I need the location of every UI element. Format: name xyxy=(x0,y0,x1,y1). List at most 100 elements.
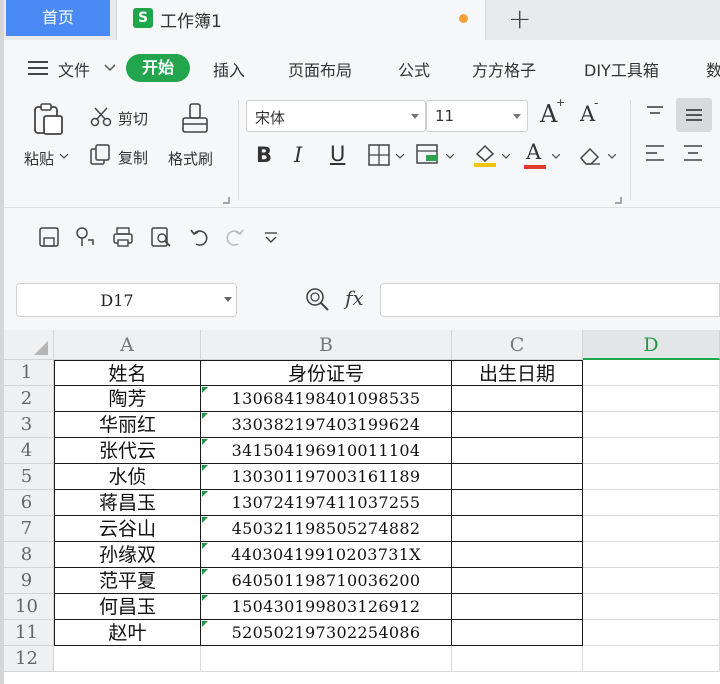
chevron-down-icon[interactable] xyxy=(502,154,510,160)
print-preview-icon[interactable] xyxy=(150,226,172,248)
cell-c4[interactable] xyxy=(452,438,583,464)
align-middle-button[interactable] xyxy=(676,98,712,132)
cell-style-icon[interactable] xyxy=(416,144,440,166)
cell-a12[interactable] xyxy=(54,646,201,672)
row-header-6[interactable]: 6 xyxy=(0,490,54,516)
column-header-b[interactable]: B xyxy=(201,330,452,360)
row-header-7[interactable]: 7 xyxy=(0,516,54,542)
cell-a6[interactable]: 蒋昌玉 xyxy=(54,490,201,516)
cell-d7[interactable] xyxy=(583,516,720,542)
chevron-down-icon[interactable] xyxy=(446,154,454,160)
cell-c8[interactable] xyxy=(452,542,583,568)
column-header-a[interactable]: A xyxy=(54,330,201,360)
cell-a7[interactable]: 云谷山 xyxy=(54,516,201,542)
cell-c6[interactable] xyxy=(452,490,583,516)
tab-home[interactable]: 首页 xyxy=(6,0,110,36)
font-name-select[interactable]: 宋体 xyxy=(246,100,426,132)
cell-b2[interactable]: 130684198401098535 xyxy=(201,386,452,412)
bold-button[interactable]: B xyxy=(256,143,272,167)
chevron-down-icon[interactable] xyxy=(396,154,404,160)
cell-d3[interactable] xyxy=(583,412,720,438)
font-size-select[interactable]: 11 xyxy=(426,100,528,132)
name-box[interactable]: D17 xyxy=(16,283,237,317)
cell-a2[interactable]: 陶芳 xyxy=(54,386,201,412)
cell-d2[interactable] xyxy=(583,386,720,412)
chevron-down-icon[interactable] xyxy=(60,154,68,160)
menu-insert[interactable]: 插入 xyxy=(213,57,245,81)
align-left-icon[interactable] xyxy=(644,142,666,164)
new-tab-button[interactable]: + xyxy=(508,2,531,35)
cell-c10[interactable] xyxy=(452,594,583,620)
cell-a1[interactable]: 姓名 xyxy=(54,360,201,386)
cell-d8[interactable] xyxy=(583,542,720,568)
fill-color-icon[interactable] xyxy=(472,142,498,168)
cell-b3[interactable]: 330382197403199624 xyxy=(201,412,452,438)
cell-a11[interactable]: 赵叶 xyxy=(54,620,201,646)
cell-a5[interactable]: 水侦 xyxy=(54,464,201,490)
grow-font-icon[interactable]: A xyxy=(540,100,557,128)
cell-b4[interactable]: 341504196910011104 xyxy=(201,438,452,464)
cell-d4[interactable] xyxy=(583,438,720,464)
cell-a4[interactable]: 张代云 xyxy=(54,438,201,464)
copy-label[interactable]: 复制 xyxy=(118,147,148,168)
cell-d6[interactable] xyxy=(583,490,720,516)
row-header-2[interactable]: 2 xyxy=(0,386,54,412)
hamburger-menu-icon[interactable] xyxy=(28,61,48,75)
menu-file[interactable]: 文件 xyxy=(58,57,90,81)
underline-button[interactable]: U xyxy=(330,142,345,166)
format-painter-label[interactable]: 格式刷 xyxy=(168,148,213,169)
menu-page-layout[interactable]: 页面布局 xyxy=(288,57,352,81)
row-header-12[interactable]: 12 xyxy=(0,646,54,672)
chevron-down-icon[interactable] xyxy=(104,64,116,72)
column-header-d[interactable]: D xyxy=(583,330,720,360)
row-header-3[interactable]: 3 xyxy=(0,412,54,438)
eraser-icon[interactable] xyxy=(578,144,602,166)
row-header-8[interactable]: 8 xyxy=(0,542,54,568)
print-icon[interactable] xyxy=(112,226,134,248)
chevron-down-icon[interactable] xyxy=(608,154,616,160)
cell-c1[interactable]: 出生日期 xyxy=(452,360,583,386)
cell-d9[interactable] xyxy=(583,568,720,594)
cell-b6[interactable]: 130724197411037255 xyxy=(201,490,452,516)
redo-icon[interactable] xyxy=(224,226,246,248)
align-top-icon[interactable] xyxy=(644,104,666,124)
cell-b10[interactable]: 150430199803126912 xyxy=(201,594,452,620)
cell-d1[interactable] xyxy=(583,360,720,386)
tab-workbook[interactable]: S 工作簿1 xyxy=(116,0,486,40)
cell-b12[interactable] xyxy=(201,646,452,672)
export-icon[interactable] xyxy=(74,226,96,248)
undo-icon[interactable] xyxy=(188,226,210,248)
italic-button[interactable]: I xyxy=(294,143,302,167)
paste-label[interactable]: 粘贴 xyxy=(24,148,54,169)
cell-d5[interactable] xyxy=(583,464,720,490)
cell-c9[interactable] xyxy=(452,568,583,594)
customize-toolbar-icon[interactable] xyxy=(264,232,278,244)
cell-a10[interactable]: 何昌玉 xyxy=(54,594,201,620)
cell-c7[interactable] xyxy=(452,516,583,542)
align-center-icon[interactable] xyxy=(682,142,704,164)
cell-c2[interactable] xyxy=(452,386,583,412)
function-icon[interactable]: fx xyxy=(345,286,364,310)
cell-b1[interactable]: 身份证号 xyxy=(201,360,452,386)
column-header-c[interactable]: C xyxy=(452,330,583,360)
formula-input[interactable] xyxy=(380,283,720,317)
chevron-down-icon[interactable] xyxy=(552,154,560,160)
menu-data[interactable]: 数 xyxy=(706,57,720,81)
row-header-5[interactable]: 5 xyxy=(0,464,54,490)
cell-a8[interactable]: 孙缘双 xyxy=(54,542,201,568)
menu-formulas[interactable]: 公式 xyxy=(398,57,430,81)
menu-fangfang-gezi[interactable]: 方方格子 xyxy=(472,57,536,81)
dialog-launcher-icon[interactable] xyxy=(222,196,230,204)
cell-d12[interactable] xyxy=(583,646,720,672)
cell-d11[interactable] xyxy=(583,620,720,646)
cell-a9[interactable]: 范平夏 xyxy=(54,568,201,594)
menu-start[interactable]: 开始 xyxy=(126,54,190,82)
select-all-button[interactable] xyxy=(0,330,54,360)
format-painter-icon[interactable] xyxy=(180,102,212,136)
row-header-10[interactable]: 10 xyxy=(0,594,54,620)
cell-d10[interactable] xyxy=(583,594,720,620)
row-header-4[interactable]: 4 xyxy=(0,438,54,464)
paste-icon[interactable] xyxy=(30,102,66,138)
row-header-11[interactable]: 11 xyxy=(0,620,54,646)
cut-label[interactable]: 剪切 xyxy=(118,108,148,129)
